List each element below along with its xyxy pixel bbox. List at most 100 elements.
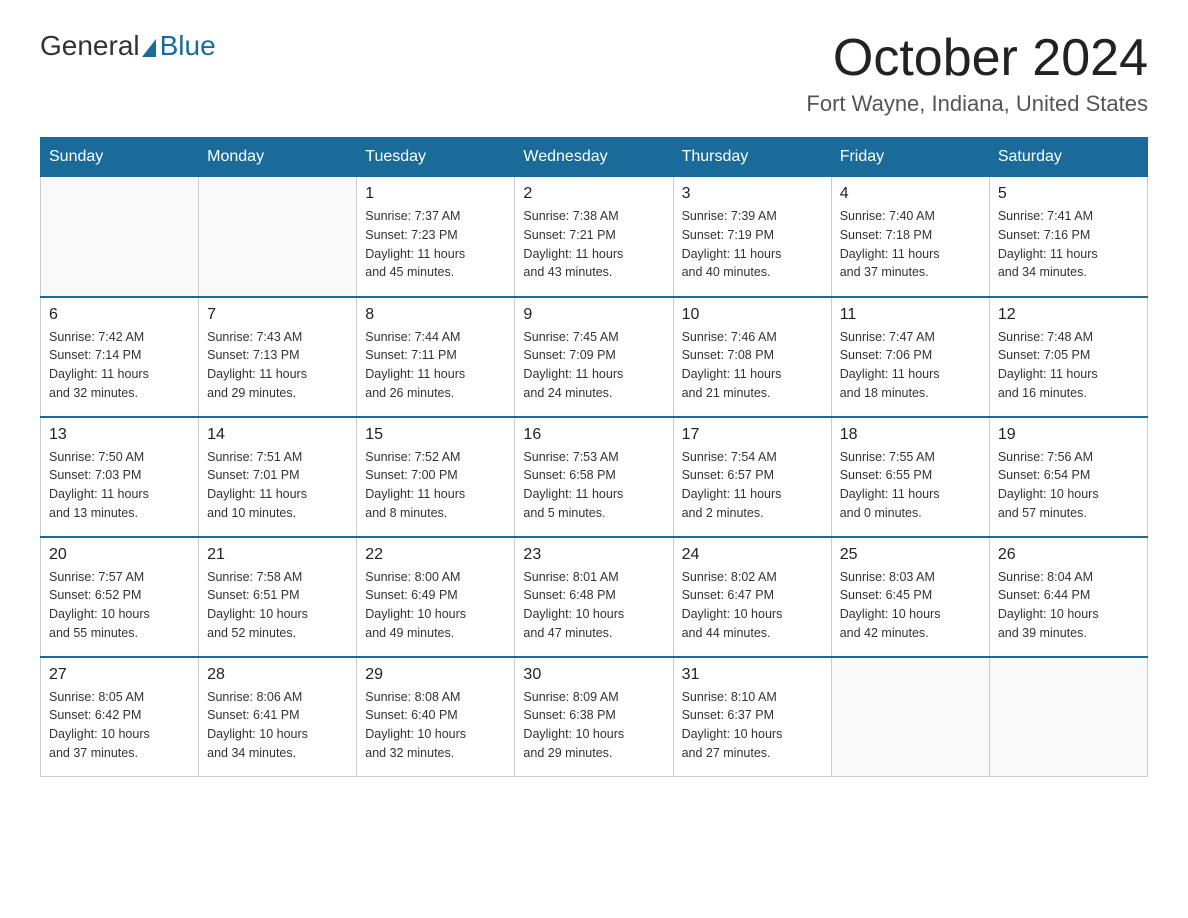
header-section: General Blue October 2024 Fort Wayne, In… xyxy=(40,30,1148,117)
day-number: 22 xyxy=(365,546,506,564)
month-title: October 2024 xyxy=(806,30,1148,87)
day-info: Sunrise: 8:06 AM Sunset: 6:41 PM Dayligh… xyxy=(207,688,348,763)
calendar-cell: 25 Sunrise: 8:03 AM Sunset: 6:45 PM Dayli… xyxy=(831,537,989,657)
day-info: Sunrise: 8:01 AM Sunset: 6:48 PM Dayligh… xyxy=(523,568,664,643)
calendar-week-row: 20Sunrise: 7:57 AM Sunset: 6:52 PM Dayli… xyxy=(41,537,1148,657)
day-info: Sunrise: 8:03 AM Sunset: 6:45 PM Dayligh… xyxy=(840,568,981,643)
day-info: Sunrise: 7:47 AM Sunset: 7:06 PM Dayligh… xyxy=(840,328,981,403)
calendar-cell: 11 Sunrise: 7:47 AM Sunset: 7:06 PM Dayli… xyxy=(831,297,989,417)
calendar-cell: 20Sunrise: 7:57 AM Sunset: 6:52 PM Dayli… xyxy=(41,537,199,657)
calendar-week-row: 27 Sunrise: 8:05 AM Sunset: 6:42 PM Dayli… xyxy=(41,657,1148,777)
day-number: 31 xyxy=(682,666,823,684)
calendar-cell xyxy=(989,657,1147,777)
calendar-cell: 9 Sunrise: 7:45 AM Sunset: 7:09 PM Daylig… xyxy=(515,297,673,417)
day-number: 2 xyxy=(523,185,664,203)
day-number: 11 xyxy=(840,306,981,324)
day-info: Sunrise: 7:48 AM Sunset: 7:05 PM Dayligh… xyxy=(998,328,1139,403)
location-title: Fort Wayne, Indiana, United States xyxy=(806,91,1148,117)
day-number: 16 xyxy=(523,426,664,444)
col-saturday: Saturday xyxy=(989,138,1147,177)
calendar-cell: 7 Sunrise: 7:43 AM Sunset: 7:13 PM Daylig… xyxy=(199,297,357,417)
calendar-cell xyxy=(41,177,199,297)
day-number: 24 xyxy=(682,546,823,564)
calendar-cell: 27 Sunrise: 8:05 AM Sunset: 6:42 PM Dayli… xyxy=(41,657,199,777)
calendar-cell: 17Sunrise: 7:54 AM Sunset: 6:57 PM Dayli… xyxy=(673,417,831,537)
calendar-cell: 29 Sunrise: 8:08 AM Sunset: 6:40 PM Dayli… xyxy=(357,657,515,777)
col-friday: Friday xyxy=(831,138,989,177)
day-info: Sunrise: 7:44 AM Sunset: 7:11 PM Dayligh… xyxy=(365,328,506,403)
day-number: 29 xyxy=(365,666,506,684)
day-info: Sunrise: 7:45 AM Sunset: 7:09 PM Dayligh… xyxy=(523,328,664,403)
calendar-cell: 23Sunrise: 8:01 AM Sunset: 6:48 PM Dayli… xyxy=(515,537,673,657)
day-info: Sunrise: 8:10 AM Sunset: 6:37 PM Dayligh… xyxy=(682,688,823,763)
day-info: Sunrise: 7:52 AM Sunset: 7:00 PM Dayligh… xyxy=(365,448,506,523)
day-info: Sunrise: 7:51 AM Sunset: 7:01 PM Dayligh… xyxy=(207,448,348,523)
day-info: Sunrise: 8:02 AM Sunset: 6:47 PM Dayligh… xyxy=(682,568,823,643)
calendar-cell: 22 Sunrise: 8:00 AM Sunset: 6:49 PM Dayli… xyxy=(357,537,515,657)
calendar-week-row: 1 Sunrise: 7:37 AM Sunset: 7:23 PM Daylig… xyxy=(41,177,1148,297)
calendar-cell: 14Sunrise: 7:51 AM Sunset: 7:01 PM Dayli… xyxy=(199,417,357,537)
day-number: 9 xyxy=(523,306,664,324)
calendar-cell: 13 Sunrise: 7:50 AM Sunset: 7:03 PM Dayli… xyxy=(41,417,199,537)
day-number: 28 xyxy=(207,666,348,684)
calendar-cell: 31 Sunrise: 8:10 AM Sunset: 6:37 PM Dayli… xyxy=(673,657,831,777)
day-info: Sunrise: 7:37 AM Sunset: 7:23 PM Dayligh… xyxy=(365,207,506,282)
day-number: 21 xyxy=(207,546,348,564)
day-number: 5 xyxy=(998,185,1139,203)
day-info: Sunrise: 8:08 AM Sunset: 6:40 PM Dayligh… xyxy=(365,688,506,763)
calendar-cell: 15Sunrise: 7:52 AM Sunset: 7:00 PM Dayli… xyxy=(357,417,515,537)
calendar-header-row: Sunday Monday Tuesday Wednesday Thursday… xyxy=(41,138,1148,177)
calendar-cell: 5Sunrise: 7:41 AM Sunset: 7:16 PM Daylig… xyxy=(989,177,1147,297)
day-info: Sunrise: 8:09 AM Sunset: 6:38 PM Dayligh… xyxy=(523,688,664,763)
day-number: 25 xyxy=(840,546,981,564)
calendar-cell: 1 Sunrise: 7:37 AM Sunset: 7:23 PM Daylig… xyxy=(357,177,515,297)
day-info: Sunrise: 7:54 AM Sunset: 6:57 PM Dayligh… xyxy=(682,448,823,523)
calendar-cell: 4Sunrise: 7:40 AM Sunset: 7:18 PM Daylig… xyxy=(831,177,989,297)
logo-triangle-icon xyxy=(142,39,156,57)
day-info: Sunrise: 7:39 AM Sunset: 7:19 PM Dayligh… xyxy=(682,207,823,282)
col-thursday: Thursday xyxy=(673,138,831,177)
day-info: Sunrise: 7:55 AM Sunset: 6:55 PM Dayligh… xyxy=(840,448,981,523)
day-info: Sunrise: 8:00 AM Sunset: 6:49 PM Dayligh… xyxy=(365,568,506,643)
day-number: 10 xyxy=(682,306,823,324)
day-info: Sunrise: 8:05 AM Sunset: 6:42 PM Dayligh… xyxy=(49,688,190,763)
day-number: 13 xyxy=(49,426,190,444)
day-info: Sunrise: 7:43 AM Sunset: 7:13 PM Dayligh… xyxy=(207,328,348,403)
col-tuesday: Tuesday xyxy=(357,138,515,177)
day-info: Sunrise: 8:04 AM Sunset: 6:44 PM Dayligh… xyxy=(998,568,1139,643)
day-number: 8 xyxy=(365,306,506,324)
calendar-table: Sunday Monday Tuesday Wednesday Thursday… xyxy=(40,137,1148,777)
day-number: 4 xyxy=(840,185,981,203)
calendar-cell: 6 Sunrise: 7:42 AM Sunset: 7:14 PM Daylig… xyxy=(41,297,199,417)
calendar-cell: 19Sunrise: 7:56 AM Sunset: 6:54 PM Dayli… xyxy=(989,417,1147,537)
day-info: Sunrise: 7:58 AM Sunset: 6:51 PM Dayligh… xyxy=(207,568,348,643)
calendar-week-row: 6 Sunrise: 7:42 AM Sunset: 7:14 PM Daylig… xyxy=(41,297,1148,417)
day-info: Sunrise: 7:56 AM Sunset: 6:54 PM Dayligh… xyxy=(998,448,1139,523)
day-number: 12 xyxy=(998,306,1139,324)
day-info: Sunrise: 7:50 AM Sunset: 7:03 PM Dayligh… xyxy=(49,448,190,523)
calendar-week-row: 13 Sunrise: 7:50 AM Sunset: 7:03 PM Dayli… xyxy=(41,417,1148,537)
calendar-cell: 3Sunrise: 7:39 AM Sunset: 7:19 PM Daylig… xyxy=(673,177,831,297)
day-number: 27 xyxy=(49,666,190,684)
logo-blue-text: Blue xyxy=(160,30,216,62)
calendar-cell: 10 Sunrise: 7:46 AM Sunset: 7:08 PM Dayli… xyxy=(673,297,831,417)
calendar-cell: 28 Sunrise: 8:06 AM Sunset: 6:41 PM Dayli… xyxy=(199,657,357,777)
day-number: 7 xyxy=(207,306,348,324)
calendar-cell: 21 Sunrise: 7:58 AM Sunset: 6:51 PM Dayli… xyxy=(199,537,357,657)
day-number: 6 xyxy=(49,306,190,324)
day-number: 18 xyxy=(840,426,981,444)
col-sunday: Sunday xyxy=(41,138,199,177)
day-number: 20 xyxy=(49,546,190,564)
logo-area: General Blue xyxy=(40,30,216,62)
day-info: Sunrise: 7:42 AM Sunset: 7:14 PM Dayligh… xyxy=(49,328,190,403)
day-number: 26 xyxy=(998,546,1139,564)
day-number: 1 xyxy=(365,185,506,203)
day-info: Sunrise: 7:53 AM Sunset: 6:58 PM Dayligh… xyxy=(523,448,664,523)
calendar-cell: 30 Sunrise: 8:09 AM Sunset: 6:38 PM Dayli… xyxy=(515,657,673,777)
day-number: 30 xyxy=(523,666,664,684)
day-info: Sunrise: 7:38 AM Sunset: 7:21 PM Dayligh… xyxy=(523,207,664,282)
calendar-cell xyxy=(831,657,989,777)
calendar-cell: 26 Sunrise: 8:04 AM Sunset: 6:44 PM Dayli… xyxy=(989,537,1147,657)
day-info: Sunrise: 7:46 AM Sunset: 7:08 PM Dayligh… xyxy=(682,328,823,403)
calendar-cell: 24 Sunrise: 8:02 AM Sunset: 6:47 PM Dayli… xyxy=(673,537,831,657)
